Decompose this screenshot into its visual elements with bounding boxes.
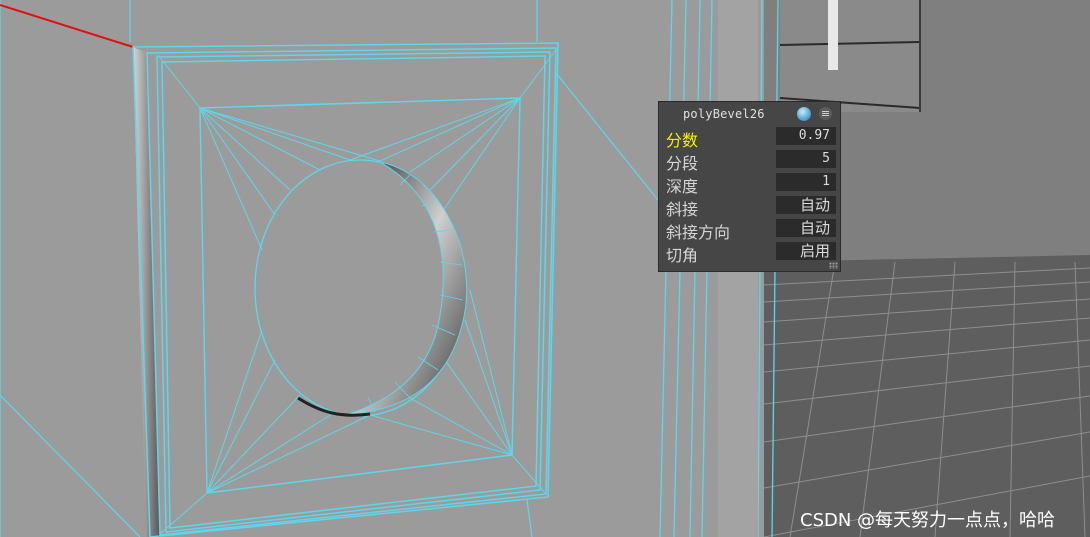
attr-row-fraction[interactable]: 分数 0.97 [659,125,840,150]
watermark-text: CSDN @每天努力一点点，哈哈 [800,510,1056,531]
resize-grip-icon[interactable] [829,262,838,269]
attr-row-depth[interactable]: 深度 1 [659,171,840,196]
attr-value-field[interactable]: 自动 [776,196,836,214]
menu-icon[interactable] [819,107,832,120]
window-grid [779,0,921,112]
attr-value-field[interactable]: 0.97 [776,127,836,145]
attr-label: 切角 [666,246,699,265]
attr-row-miter-along[interactable]: 斜接方向 自动 [659,217,840,242]
attr-value-field[interactable]: 自动 [776,219,836,237]
panel-title: polyBevel26 [683,107,765,121]
node-attribute-panel[interactable]: polyBevel26 分数 0.97 分段 5 深度 1 斜接 自动 斜接方向… [658,101,841,272]
viewport-3d[interactable] [0,0,1090,537]
attr-row-segments[interactable]: 分段 5 [659,148,840,173]
sphere-shading-icon[interactable] [797,107,811,121]
attr-row-chamfer[interactable]: 切角 启用 [659,240,840,265]
attr-value-field[interactable]: 启用 [776,242,836,260]
attr-row-mitering[interactable]: 斜接 自动 [659,194,840,219]
panel-title-bar[interactable]: polyBevel26 [659,102,840,124]
attr-value-field[interactable]: 1 [776,173,836,191]
attr-value-field[interactable]: 5 [776,150,836,168]
